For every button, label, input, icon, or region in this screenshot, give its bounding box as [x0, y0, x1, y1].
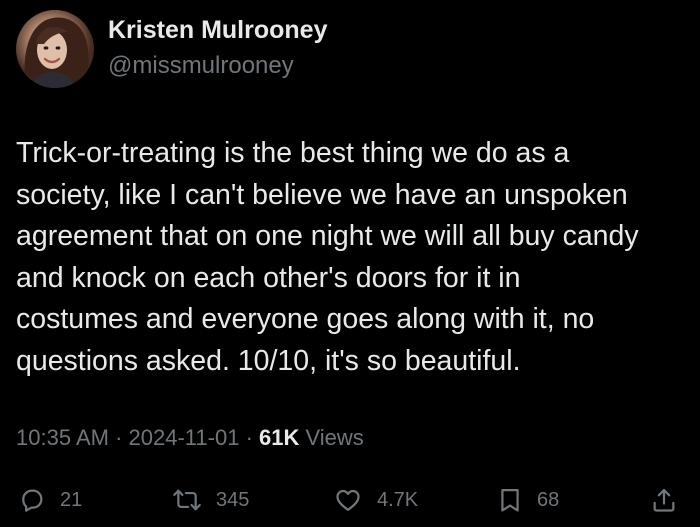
tweet-text-line: society, like I can't believe we have an… — [16, 178, 628, 211]
reply-button[interactable]: 21 — [18, 480, 82, 520]
tweet-meta: 10:35 AM · 2024-11-01 · 61K Views — [16, 425, 364, 451]
avatar[interactable] — [16, 10, 94, 88]
author-handle[interactable]: @missmulrooney — [108, 52, 294, 80]
bookmark-icon — [497, 486, 523, 514]
reply-count: 21 — [60, 488, 83, 511]
views-label: Views — [305, 425, 364, 450]
author-name[interactable]: Kristen Mulrooney — [108, 16, 327, 45]
tweet-text: Trick-or-treating is the best thing we d… — [16, 133, 688, 382]
repost-button[interactable]: 345 — [172, 480, 249, 520]
tweet-text-line: questions asked. 10/10, it's so beautifu… — [16, 344, 521, 377]
meta-separator: · — [245, 425, 260, 450]
share-icon — [650, 486, 678, 514]
share-button[interactable] — [650, 480, 678, 520]
tweet-text-line: agreement that on one night we will all … — [16, 220, 639, 252]
tweet-text-line: costumes and everyone goes along with it… — [16, 303, 595, 335]
meta-separator: · — [115, 425, 129, 450]
action-bar: 21 345 4.7K 68 — [0, 480, 700, 520]
tweet-date[interactable]: 2024-11-01 — [129, 425, 240, 450]
bookmark-button[interactable]: 68 — [497, 480, 559, 520]
repost-count: 345 — [216, 488, 250, 511]
views-count: 61K — [259, 425, 300, 450]
tweet: Kristen Mulrooney @missmulrooney Trick-o… — [0, 0, 700, 527]
like-button[interactable]: 4.7K — [333, 480, 418, 520]
tweet-text-line: and knock on each other's doors for it i… — [16, 261, 521, 294]
bookmark-count: 68 — [537, 488, 560, 511]
tweet-text-line: Trick-or-treating is the best thing we d… — [16, 137, 570, 169]
like-icon — [333, 486, 363, 514]
reply-icon — [18, 486, 46, 514]
tweet-time[interactable]: 10:35 AM — [16, 425, 109, 450]
repost-icon — [172, 486, 202, 514]
like-count: 4.7K — [377, 488, 419, 511]
